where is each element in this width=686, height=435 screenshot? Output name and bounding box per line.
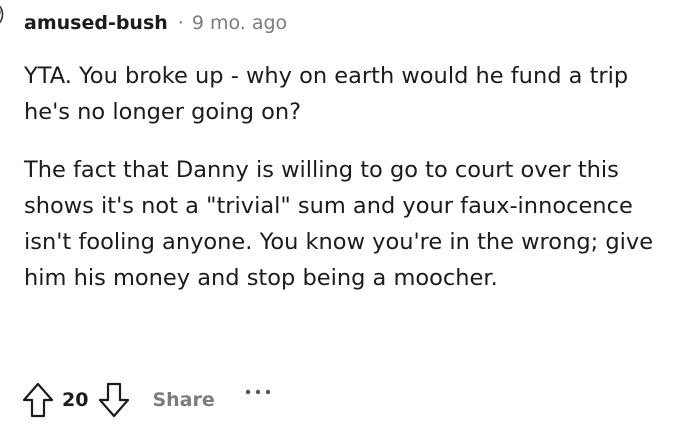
comment-body: YTA. You broke up - why on earth would h… [24, 58, 664, 318]
avatar-icon[interactable] [0, 0, 8, 28]
comment-paragraph: YTA. You broke up - why on earth would h… [24, 63, 629, 125]
vote-score: 20 [62, 389, 89, 411]
comment-paragraph: The fact that Danny is willing to go to … [24, 157, 654, 291]
upvote-arrow-icon[interactable] [20, 380, 56, 420]
more-options-icon[interactable] [239, 382, 279, 402]
comment-action-bar: 20 Share [20, 378, 279, 422]
author-username[interactable]: amused-bush [24, 9, 168, 37]
downvote-arrow-icon[interactable] [96, 380, 132, 420]
share-button[interactable]: Share [152, 389, 214, 411]
comment-header: amused-bush · 9 mo. ago [24, 9, 287, 37]
comment-timestamp[interactable]: 9 mo. ago [192, 9, 287, 37]
meta-separator: · [177, 12, 184, 34]
